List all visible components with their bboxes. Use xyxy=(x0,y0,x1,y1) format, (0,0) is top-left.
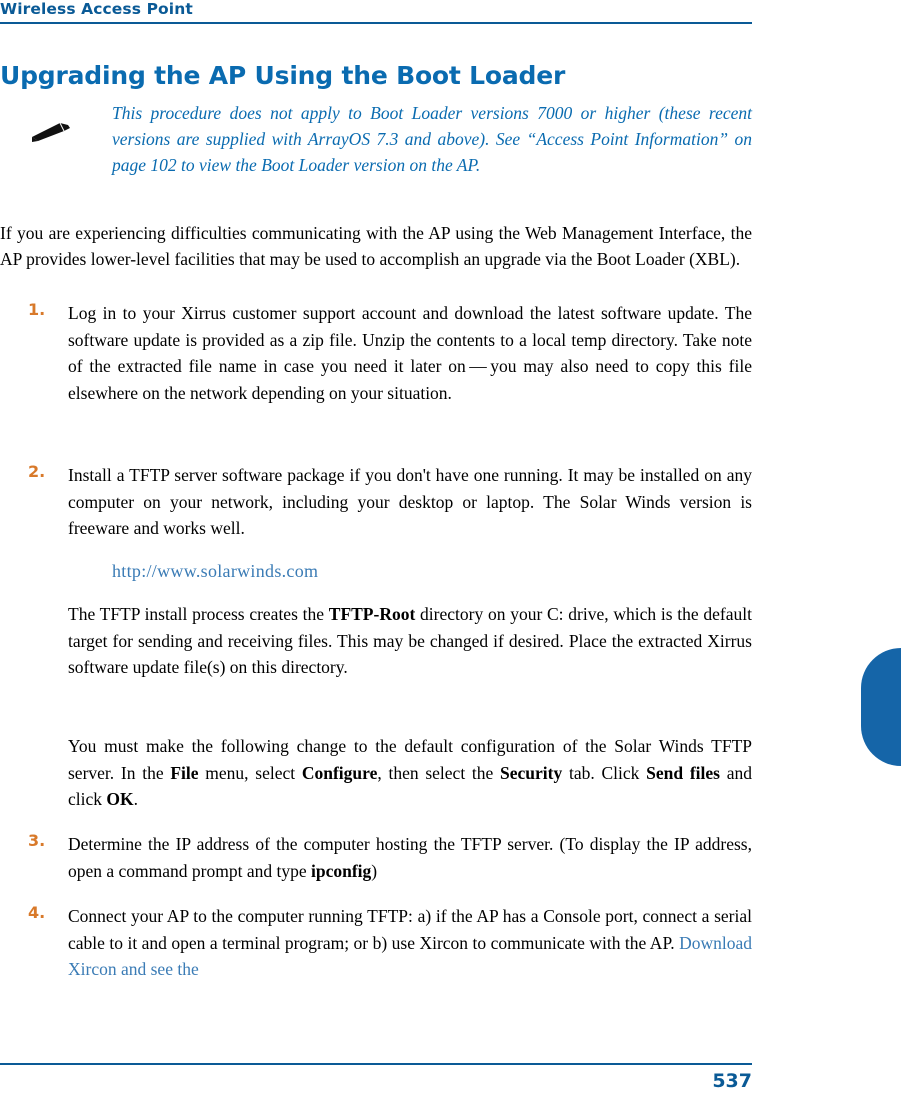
ok-bold: OK xyxy=(106,789,134,809)
document-page: Wireless Access Point Upgrading the AP U… xyxy=(0,0,901,1110)
tftp-install-text-1: The TFTP install process creates the xyxy=(68,604,329,624)
step-number: 3. xyxy=(28,831,46,850)
security-tab-bold: Security xyxy=(500,762,563,783)
step3-text-1: Determine the IP address of the computer… xyxy=(68,834,752,881)
intro-paragraph: If you are experiencing difficulties com… xyxy=(0,222,752,270)
step-text: Log in to your Xirrus customer support a… xyxy=(68,303,752,403)
step4-text-1: Connect your AP to the computer running … xyxy=(68,906,752,953)
configure-bold: Configure xyxy=(301,762,378,783)
file-menu-bold: File xyxy=(170,762,199,783)
step-number: 2. xyxy=(28,462,46,481)
step3-text-2: ) xyxy=(371,860,378,881)
ipconfig-bold: ipconfig xyxy=(311,860,372,881)
step-number: 1. xyxy=(28,300,46,319)
send-files-bold: Send files xyxy=(646,762,720,783)
page-title: Upgrading the AP Using the Boot Loader xyxy=(0,60,566,90)
header-divider xyxy=(0,22,752,24)
note-text: This procedure does not apply to Boot Lo… xyxy=(112,103,752,175)
step-text: Connect your AP to the computer running … xyxy=(68,903,752,983)
solarwinds-text-6: . xyxy=(133,789,138,809)
pencil-note-icon xyxy=(30,118,72,144)
solarwinds-text-4: tab. Click xyxy=(562,762,647,783)
step-text: Determine the IP address of the computer… xyxy=(68,831,752,884)
solarwinds-text-2: menu, select xyxy=(198,762,302,783)
tftp-root-bold: TFTP-Root xyxy=(328,604,416,624)
running-header: Wireless Access Point xyxy=(0,0,193,18)
chapter-thumb-tab xyxy=(861,648,901,766)
footer-divider xyxy=(0,1063,752,1065)
page-number: 537 xyxy=(712,1070,752,1092)
step-text: Install a TFTP server software package i… xyxy=(68,465,752,538)
tftp-install-paragraph: The TFTP install process creates the TFT… xyxy=(68,601,752,681)
step-number: 4. xyxy=(28,903,46,922)
solarwinds-url-link[interactable]: http://www.solarwinds.com xyxy=(112,561,318,582)
solarwinds-config-paragraph: You must make the following change to th… xyxy=(68,733,752,813)
solarwinds-text-3: , then select the xyxy=(377,762,501,783)
